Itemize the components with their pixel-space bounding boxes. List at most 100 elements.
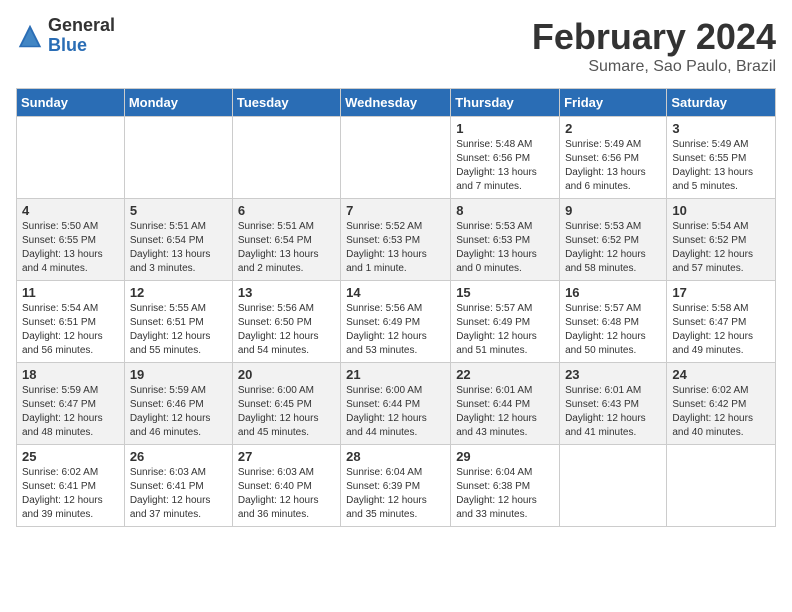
day-number: 16 [565, 285, 661, 300]
calendar-cell: 4 Sunrise: 5:50 AM Sunset: 6:55 PM Daylig… [17, 199, 125, 281]
day-number: 26 [130, 449, 227, 464]
day-info: Sunrise: 5:59 AM Sunset: 6:46 PM Dayligh… [130, 384, 227, 440]
calendar-cell [341, 117, 451, 199]
day-info: Sunrise: 5:53 AM Sunset: 6:52 PM Dayligh… [565, 220, 661, 276]
calendar-cell: 5 Sunrise: 5:51 AM Sunset: 6:54 PM Daylig… [124, 199, 232, 281]
header-thursday: Thursday [451, 89, 560, 117]
day-info: Sunrise: 5:55 AM Sunset: 6:51 PM Dayligh… [130, 302, 227, 358]
day-number: 14 [346, 285, 445, 300]
logo-blue-text: Blue [48, 36, 115, 56]
day-number: 15 [456, 285, 554, 300]
calendar-week-4: 18 Sunrise: 5:59 AM Sunset: 6:47 PM Dayli… [17, 363, 776, 445]
calendar-cell: 16 Sunrise: 5:57 AM Sunset: 6:48 PM Dayli… [560, 281, 667, 363]
calendar-cell: 7 Sunrise: 5:52 AM Sunset: 6:53 PM Daylig… [341, 199, 451, 281]
calendar-cell: 29 Sunrise: 6:04 AM Sunset: 6:38 PM Dayli… [451, 445, 560, 527]
calendar-cell: 3Sunrise: 5:49 AM Sunset: 6:55 PM Daylig… [667, 117, 776, 199]
calendar-cell: 17 Sunrise: 5:58 AM Sunset: 6:47 PM Dayli… [667, 281, 776, 363]
calendar-table: SundayMondayTuesdayWednesdayThursdayFrid… [16, 88, 776, 527]
day-info: Sunrise: 6:03 AM Sunset: 6:40 PM Dayligh… [238, 466, 335, 522]
header-sunday: Sunday [17, 89, 125, 117]
calendar-cell [667, 445, 776, 527]
day-info: Sunrise: 5:57 AM Sunset: 6:48 PM Dayligh… [565, 302, 661, 358]
day-number: 21 [346, 367, 445, 382]
calendar-cell: 26 Sunrise: 6:03 AM Sunset: 6:41 PM Dayli… [124, 445, 232, 527]
day-info: Sunrise: 5:56 AM Sunset: 6:49 PM Dayligh… [346, 302, 445, 358]
header-saturday: Saturday [667, 89, 776, 117]
day-info: Sunrise: 6:04 AM Sunset: 6:38 PM Dayligh… [456, 466, 554, 522]
calendar-week-3: 11 Sunrise: 5:54 AM Sunset: 6:51 PM Dayli… [17, 281, 776, 363]
day-number: 19 [130, 367, 227, 382]
page-header: General Blue February 2024 Sumare, Sao P… [16, 16, 776, 76]
day-number: 7 [346, 203, 445, 218]
calendar-cell [232, 117, 340, 199]
calendar-cell: 6Sunrise: 5:51 AM Sunset: 6:54 PM Daylig… [232, 199, 340, 281]
calendar-cell: 2 Sunrise: 5:49 AM Sunset: 6:56 PM Daylig… [560, 117, 667, 199]
calendar-week-5: 25Sunrise: 6:02 AM Sunset: 6:41 PM Dayli… [17, 445, 776, 527]
day-number: 12 [130, 285, 227, 300]
calendar-title: February 2024 [532, 16, 776, 58]
day-number: 9 [565, 203, 661, 218]
day-info: Sunrise: 5:59 AM Sunset: 6:47 PM Dayligh… [22, 384, 119, 440]
calendar-cell: 15 Sunrise: 5:57 AM Sunset: 6:49 PM Dayli… [451, 281, 560, 363]
calendar-cell [560, 445, 667, 527]
calendar-subtitle: Sumare, Sao Paulo, Brazil [532, 58, 776, 76]
calendar-cell: 24 Sunrise: 6:02 AM Sunset: 6:42 PM Dayli… [667, 363, 776, 445]
day-info: Sunrise: 5:51 AM Sunset: 6:54 PM Dayligh… [130, 220, 227, 276]
calendar-cell: 28 Sunrise: 6:04 AM Sunset: 6:39 PM Dayli… [341, 445, 451, 527]
day-info: Sunrise: 6:01 AM Sunset: 6:43 PM Dayligh… [565, 384, 661, 440]
day-info: Sunrise: 6:02 AM Sunset: 6:41 PM Dayligh… [22, 466, 119, 522]
calendar-cell: 19 Sunrise: 5:59 AM Sunset: 6:46 PM Dayli… [124, 363, 232, 445]
calendar-cell: 23 Sunrise: 6:01 AM Sunset: 6:43 PM Dayli… [560, 363, 667, 445]
calendar-cell: 20 Sunrise: 6:00 AM Sunset: 6:45 PM Dayli… [232, 363, 340, 445]
calendar-cell: 14 Sunrise: 5:56 AM Sunset: 6:49 PM Dayli… [341, 281, 451, 363]
day-info: Sunrise: 5:51 AM Sunset: 6:54 PM Dayligh… [238, 220, 335, 276]
calendar-cell: 12 Sunrise: 5:55 AM Sunset: 6:51 PM Dayli… [124, 281, 232, 363]
calendar-cell: 1Sunrise: 5:48 AM Sunset: 6:56 PM Daylig… [451, 117, 560, 199]
day-info: Sunrise: 5:56 AM Sunset: 6:50 PM Dayligh… [238, 302, 335, 358]
day-number: 22 [456, 367, 554, 382]
day-number: 23 [565, 367, 661, 382]
day-info: Sunrise: 6:03 AM Sunset: 6:41 PM Dayligh… [130, 466, 227, 522]
day-number: 4 [22, 203, 119, 218]
day-info: Sunrise: 6:00 AM Sunset: 6:45 PM Dayligh… [238, 384, 335, 440]
header-monday: Monday [124, 89, 232, 117]
day-number: 13 [238, 285, 335, 300]
day-info: Sunrise: 6:02 AM Sunset: 6:42 PM Dayligh… [672, 384, 770, 440]
header-tuesday: Tuesday [232, 89, 340, 117]
calendar-cell: 8 Sunrise: 5:53 AM Sunset: 6:53 PM Daylig… [451, 199, 560, 281]
day-info: Sunrise: 5:48 AM Sunset: 6:56 PM Dayligh… [456, 138, 554, 194]
day-number: 5 [130, 203, 227, 218]
day-info: Sunrise: 5:52 AM Sunset: 6:53 PM Dayligh… [346, 220, 445, 276]
day-info: Sunrise: 5:49 AM Sunset: 6:55 PM Dayligh… [672, 138, 770, 194]
day-info: Sunrise: 5:57 AM Sunset: 6:49 PM Dayligh… [456, 302, 554, 358]
day-number: 11 [22, 285, 119, 300]
logo-icon [16, 22, 44, 50]
day-number: 10 [672, 203, 770, 218]
day-info: Sunrise: 5:53 AM Sunset: 6:53 PM Dayligh… [456, 220, 554, 276]
day-number: 18 [22, 367, 119, 382]
calendar-cell [17, 117, 125, 199]
calendar-cell: 25Sunrise: 6:02 AM Sunset: 6:41 PM Dayli… [17, 445, 125, 527]
day-info: Sunrise: 5:54 AM Sunset: 6:52 PM Dayligh… [672, 220, 770, 276]
day-info: Sunrise: 6:01 AM Sunset: 6:44 PM Dayligh… [456, 384, 554, 440]
day-number: 17 [672, 285, 770, 300]
day-number: 2 [565, 121, 661, 136]
title-block: February 2024 Sumare, Sao Paulo, Brazil [532, 16, 776, 76]
calendar-cell [124, 117, 232, 199]
day-number: 29 [456, 449, 554, 464]
day-number: 20 [238, 367, 335, 382]
calendar-cell: 21Sunrise: 6:00 AM Sunset: 6:44 PM Dayli… [341, 363, 451, 445]
calendar-cell: 27Sunrise: 6:03 AM Sunset: 6:40 PM Dayli… [232, 445, 340, 527]
calendar-week-2: 4 Sunrise: 5:50 AM Sunset: 6:55 PM Daylig… [17, 199, 776, 281]
calendar-cell: 22 Sunrise: 6:01 AM Sunset: 6:44 PM Dayli… [451, 363, 560, 445]
logo: General Blue [16, 16, 115, 56]
day-info: Sunrise: 5:49 AM Sunset: 6:56 PM Dayligh… [565, 138, 661, 194]
day-info: Sunrise: 5:54 AM Sunset: 6:51 PM Dayligh… [22, 302, 119, 358]
day-number: 8 [456, 203, 554, 218]
day-number: 28 [346, 449, 445, 464]
day-info: Sunrise: 5:58 AM Sunset: 6:47 PM Dayligh… [672, 302, 770, 358]
day-number: 24 [672, 367, 770, 382]
day-info: Sunrise: 6:04 AM Sunset: 6:39 PM Dayligh… [346, 466, 445, 522]
day-info: Sunrise: 5:50 AM Sunset: 6:55 PM Dayligh… [22, 220, 119, 276]
calendar-cell: 13 Sunrise: 5:56 AM Sunset: 6:50 PM Dayli… [232, 281, 340, 363]
